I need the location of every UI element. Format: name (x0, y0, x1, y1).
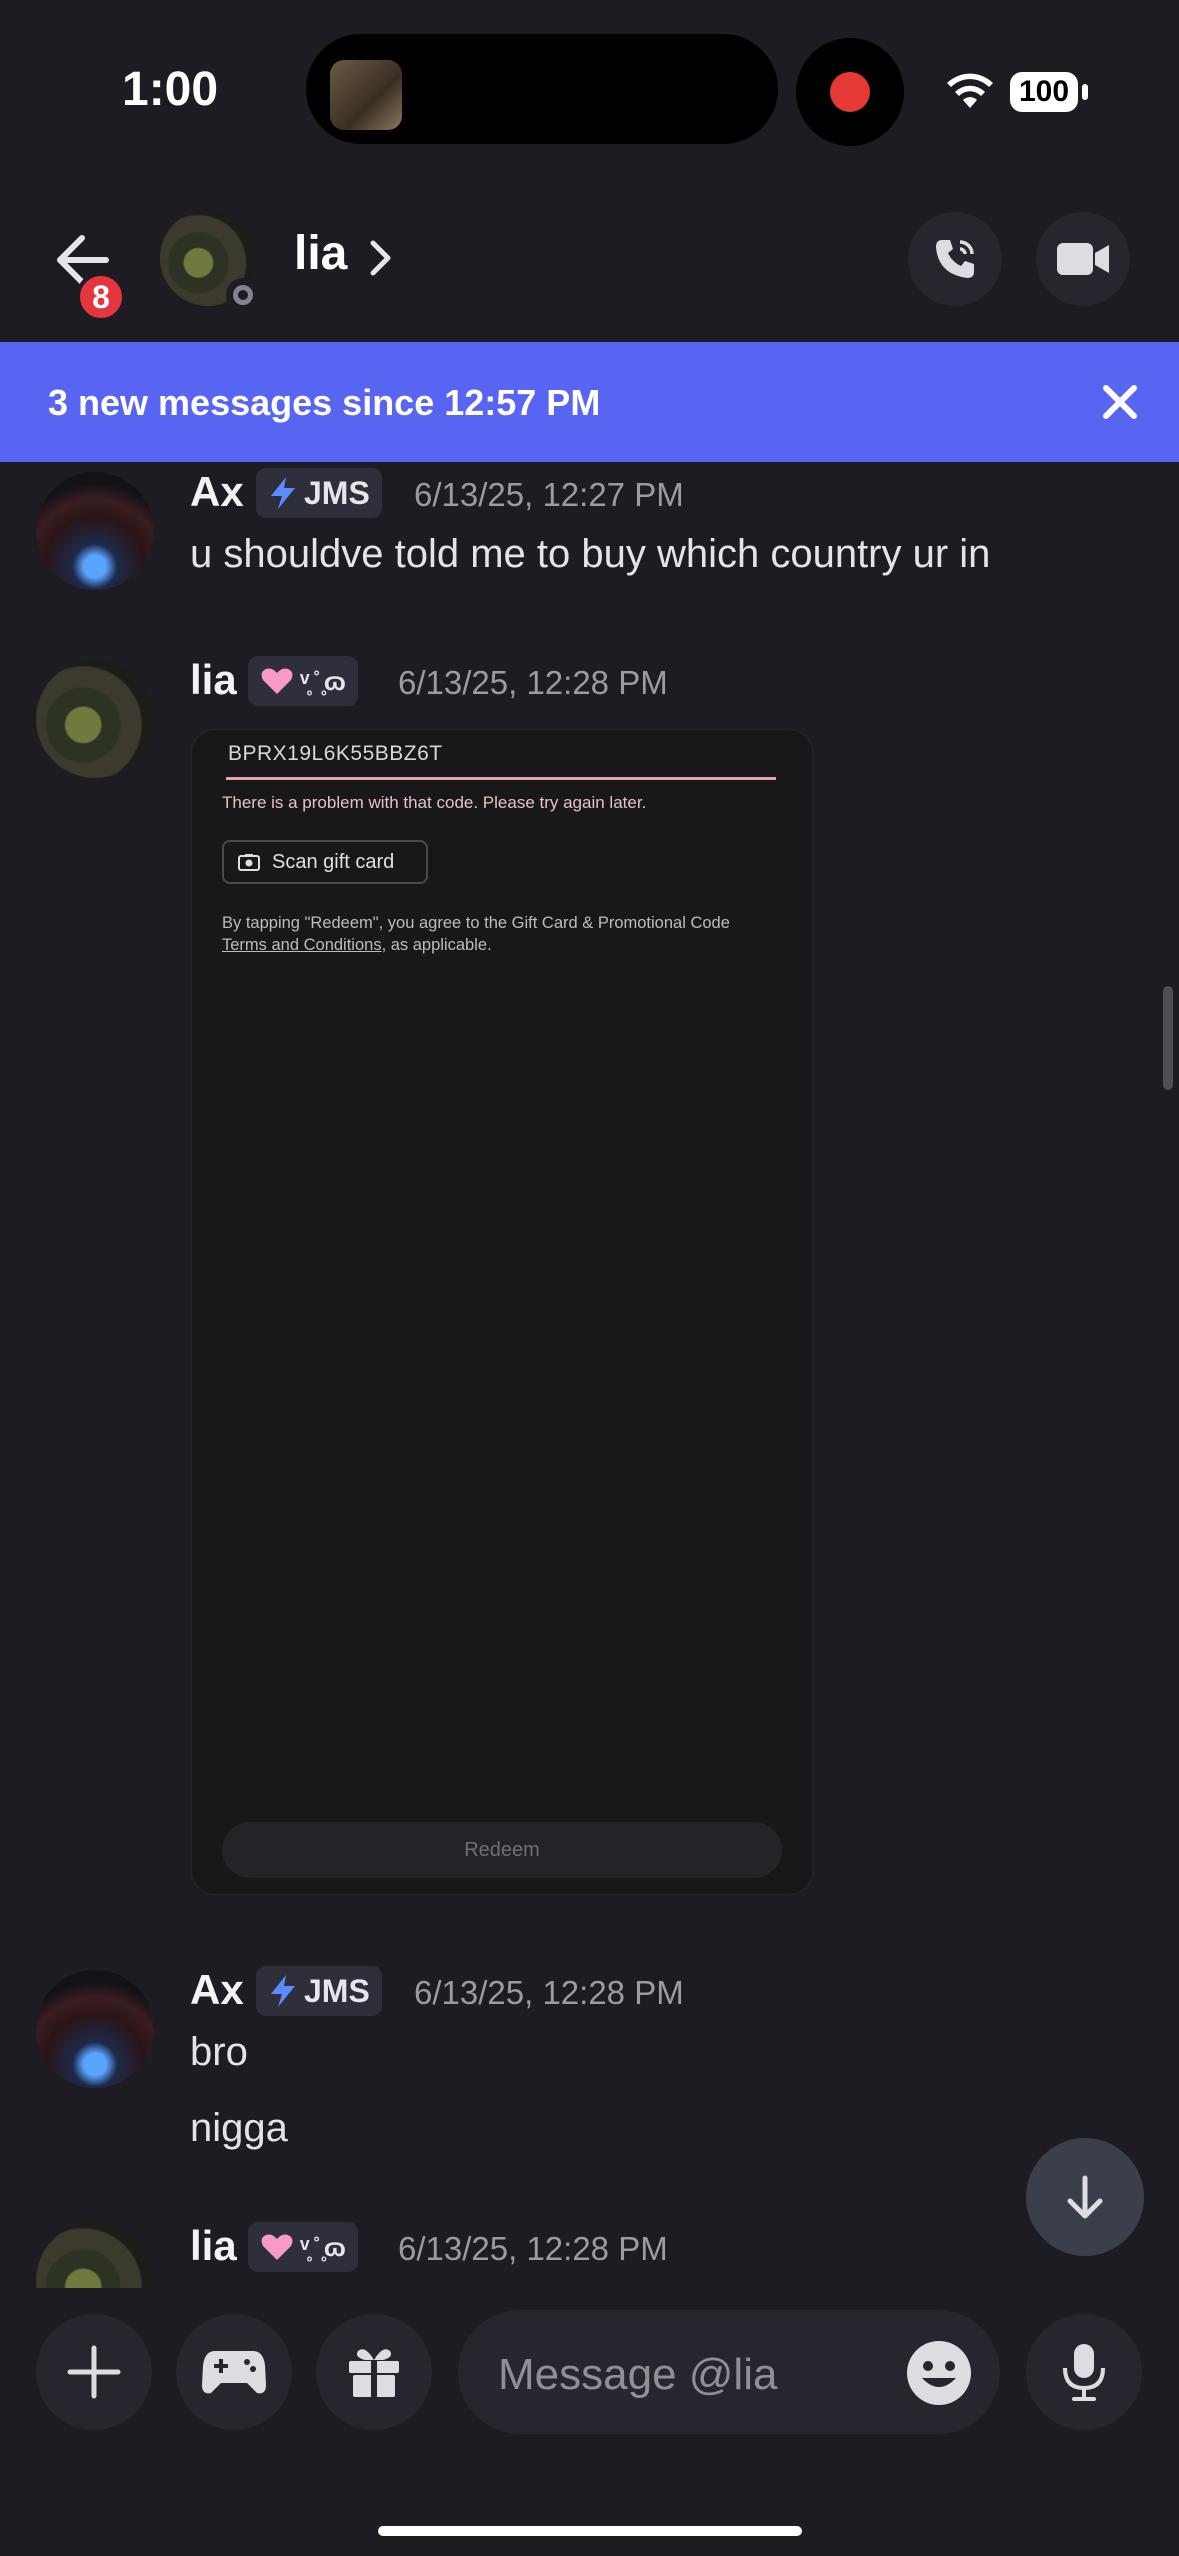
lightning-icon (271, 477, 295, 509)
game-controller-icon (202, 2351, 266, 2394)
new-messages-text: 3 new messages since 12:57 PM (48, 382, 601, 423)
clan-tag[interactable]: JMS (256, 1966, 382, 2016)
media-thumbnail[interactable] (330, 60, 402, 130)
author-avatar[interactable] (36, 1970, 154, 2088)
phone-icon (936, 240, 974, 278)
battery-tip (1082, 84, 1088, 100)
add-attachment-button[interactable] (36, 2314, 152, 2430)
microphone-icon (1063, 2344, 1105, 2401)
arrow-down-icon (1067, 2175, 1103, 2219)
contact-name[interactable]: lia (294, 226, 347, 281)
message-text: nigga (190, 2106, 288, 2150)
video-camera-icon (1057, 243, 1109, 275)
video-call-button[interactable] (1036, 212, 1130, 306)
clan-tag-label: JMS (304, 474, 370, 511)
clan-tag-label: ᵛ̥ ̊ ̥ɷ (300, 2231, 346, 2262)
close-icon[interactable] (1098, 380, 1142, 424)
wifi-icon (947, 73, 993, 108)
record-dot-icon (830, 72, 870, 112)
gift-code-value: BPRX19L6K55BBZ6T (228, 742, 443, 765)
terms-text: By tapping "Redeem", you agree to the Gi… (222, 914, 730, 954)
redeem-button: Redeem (222, 1822, 782, 1878)
author-name[interactable]: Ax (190, 468, 244, 516)
voice-call-button[interactable] (908, 212, 1002, 306)
plus-icon (67, 2345, 121, 2399)
home-indicator (378, 2526, 802, 2536)
clan-tag[interactable]: ᵛ̥ ̊ ̥ɷ (248, 656, 358, 706)
battery-indicator: 100 (1010, 72, 1078, 112)
message-timestamp: 6/13/25, 12:28 PM (414, 1974, 684, 2011)
input-underline (226, 777, 776, 780)
status-time: 1:00 (122, 63, 219, 116)
scan-gift-card-label: Scan gift card (272, 850, 395, 873)
message-timestamp: 6/13/25, 12:28 PM (398, 664, 668, 701)
clan-tag[interactable]: JMS (256, 468, 382, 518)
activities-button[interactable] (176, 2314, 292, 2430)
scrollbar-thumb[interactable] (1163, 986, 1173, 1090)
clan-tag-label: JMS (304, 1972, 370, 2009)
author-name[interactable]: Ax (190, 1966, 244, 2014)
gift-icon (349, 2349, 399, 2397)
offline-status-icon (226, 278, 260, 312)
author-avatar[interactable] (36, 472, 154, 590)
scan-gift-card-button: Scan gift card (222, 840, 428, 884)
author-name[interactable]: lia (190, 2222, 237, 2270)
pink-heart-icon (261, 668, 293, 694)
clan-tag[interactable]: ᵛ̥ ̊ ̥ɷ (248, 2222, 358, 2272)
author-name[interactable]: lia (190, 656, 237, 704)
clan-tag-label: ᵛ̥ ̊ ̥ɷ (300, 665, 346, 696)
voice-message-button[interactable] (1026, 2314, 1142, 2430)
message-placeholder: Message @lia (498, 2350, 778, 2399)
camera-icon (238, 854, 260, 871)
message-timestamp: 6/13/25, 12:27 PM (414, 476, 684, 513)
jump-to-latest-button[interactable] (1026, 2138, 1144, 2256)
chevron-right-icon[interactable] (368, 238, 394, 278)
error-message: There is a problem with that code. Pleas… (222, 793, 647, 812)
pink-heart-icon (261, 2234, 293, 2260)
lightning-icon (271, 1975, 295, 2007)
emoji-icon[interactable] (906, 2340, 972, 2406)
author-avatar[interactable] (36, 660, 154, 778)
message-text: bro (190, 2030, 248, 2074)
image-attachment[interactable] (190, 728, 814, 1896)
message-timestamp: 6/13/25, 12:28 PM (398, 2230, 668, 2267)
terms-link: Terms and Conditions (222, 936, 382, 954)
unread-badge: 8 (76, 272, 126, 322)
gift-button[interactable] (316, 2314, 432, 2430)
message-text: u shouldve told me to buy which country … (190, 532, 991, 576)
